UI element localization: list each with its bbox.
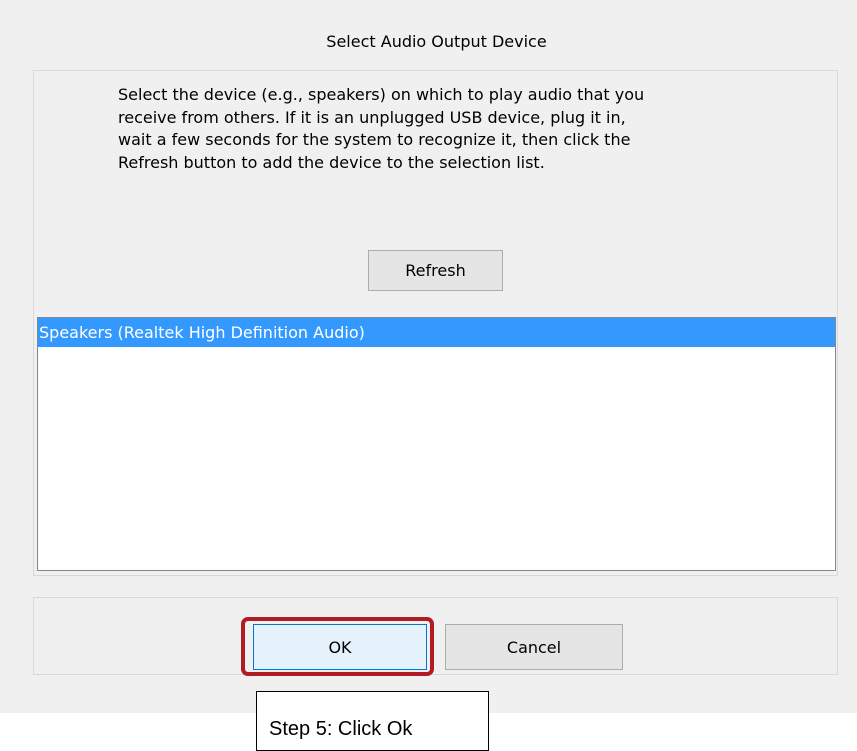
dialog-title: Select Audio Output Device [326,32,547,51]
refresh-button[interactable]: Refresh [368,250,503,291]
ok-button[interactable]: OK [253,624,427,670]
device-list[interactable]: Speakers (Realtek High Definition Audio) [37,317,836,571]
instructions-text: Select the device (e.g., speakers) on wh… [118,85,645,172]
audio-output-dialog: Select Audio Output Device Select the de… [0,0,857,729]
device-selection-panel: Select the device (e.g., speakers) on wh… [33,70,838,576]
cancel-button[interactable]: Cancel [445,624,623,670]
device-list-item[interactable]: Speakers (Realtek High Definition Audio) [38,318,835,347]
button-panel: OK Cancel [33,597,838,675]
step-callout: Step 5: Click Ok [256,691,489,751]
